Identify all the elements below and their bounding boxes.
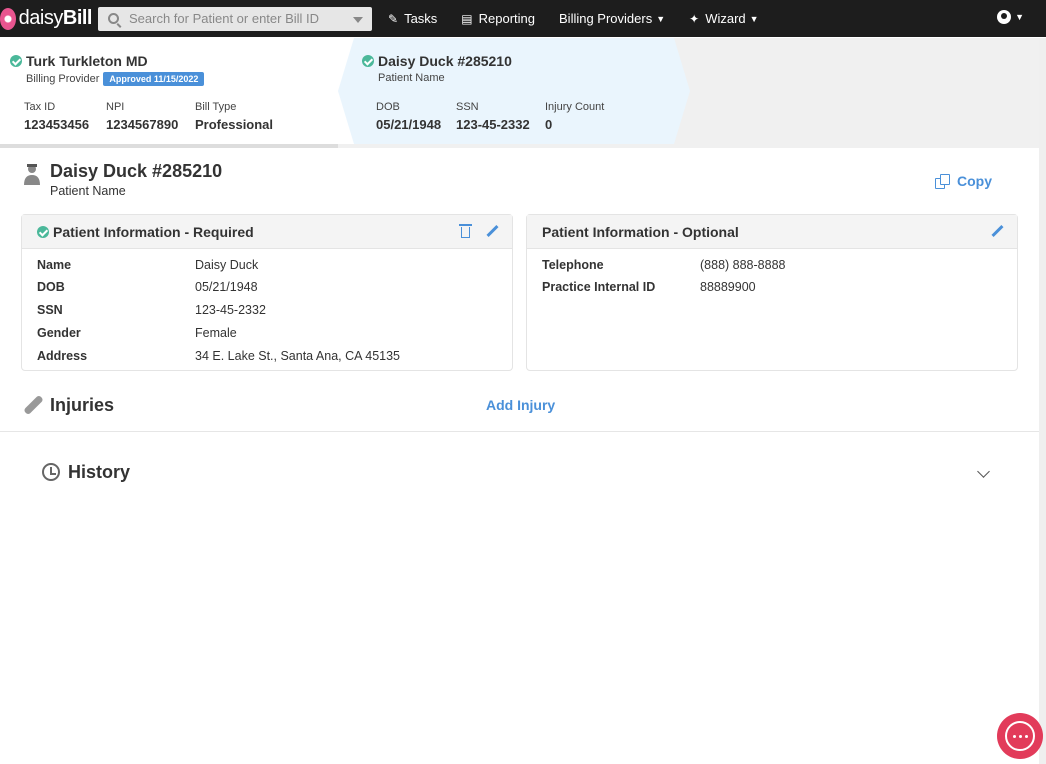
chevron-down-icon: ▼ (749, 13, 759, 24)
chat-button[interactable] (997, 713, 1043, 759)
nav-wizard-label: Wizard (705, 11, 746, 26)
chevron-down-icon: ▼ (656, 13, 666, 24)
trash-icon[interactable] (459, 224, 472, 238)
top-nav-bar: daisyBill Search for Patient or enter Bi… (0, 0, 1046, 37)
nav-tasks-label: Tasks (404, 11, 438, 26)
required-panel-title: Patient Information - Required (53, 223, 254, 240)
page-scrollbar[interactable] (1039, 38, 1046, 764)
history-icon (42, 463, 60, 481)
copy-icon (935, 174, 950, 189)
check-circle-icon (37, 225, 49, 238)
section-divider (0, 431, 1039, 432)
daisybill-logo[interactable]: daisyBill (0, 7, 93, 30)
optional-panel-title: Patient Information - Optional (542, 223, 739, 240)
patient-dob-field: DOB 05/21/1948 (376, 101, 442, 132)
chevron-down-icon: ▼ (1015, 12, 1024, 22)
chevron-down-icon[interactable] (977, 465, 990, 478)
tax-id-field: Tax ID 123453456 (24, 101, 90, 132)
pencil-icon[interactable] (486, 225, 498, 237)
injuries-heading: Injuries (50, 395, 115, 415)
wand-icon: ✦ (689, 11, 700, 26)
npi-field: NPI 1234567890 (106, 101, 179, 132)
patient-info-required-panel: Patient Information - Required Name Dais… (21, 214, 513, 371)
patient-card-name: Daisy Duck #285210 (362, 53, 512, 69)
daisy-flower-icon (0, 7, 16, 30)
optional-panel-header: Patient Information - Optional (527, 215, 1017, 249)
clipboard-icon: ✎ (388, 11, 399, 26)
header-cards: Turk Turkleton MD Billing Provider Appro… (0, 38, 1039, 148)
approved-badge: Approved 11/15/2022 (103, 72, 205, 86)
nav-reporting[interactable]: ▤ Reporting (461, 11, 535, 26)
header-underline (0, 144, 338, 148)
search-input[interactable]: Search for Patient or enter Bill ID (98, 6, 372, 31)
bill-type-field: Bill Type Professional (195, 101, 274, 132)
pencil-icon[interactable] (991, 225, 1003, 237)
provider-role: Billing Provider (26, 73, 100, 85)
nav-reporting-label: Reporting (478, 11, 536, 26)
copy-button[interactable]: Copy (935, 173, 992, 189)
injury-count-field: Injury Count 0 (545, 101, 605, 132)
provider-role-row: Billing Provider Approved 11/15/2022 (26, 72, 205, 86)
main-nav: ✎ Tasks ▤ Reporting Billing Providers ▼ … (388, 11, 783, 26)
logo-text: daisyBill (18, 7, 93, 29)
billing-provider-card[interactable]: Turk Turkleton MD Billing Provider Appro… (0, 38, 368, 144)
copy-label: Copy (957, 173, 992, 189)
page-title: Daisy Duck #285210 (50, 161, 223, 181)
search-placeholder: Search for Patient or enter Bill ID (129, 11, 320, 26)
patient-ssn-field: SSN 123-45-2332 (456, 101, 530, 132)
check-circle-icon (362, 55, 374, 67)
required-panel-header: Patient Information - Required (22, 215, 512, 249)
check-circle-icon (10, 55, 22, 67)
patient-card-sub: Patient Name (378, 72, 445, 84)
patient-info-optional-panel: Patient Information - Optional Telephone… (526, 214, 1018, 371)
patient-card[interactable]: Daisy Duck #285210 Patient Name DOB 05/2… (338, 38, 690, 144)
user-menu[interactable]: ▼ (997, 10, 1024, 24)
history-heading[interactable]: History (68, 462, 130, 483)
user-avatar-icon (997, 10, 1012, 24)
provider-name: Turk Turkleton MD (10, 53, 148, 69)
search-icon (108, 13, 119, 24)
page-subtitle: Patient Name (50, 184, 126, 198)
caret-down-icon[interactable] (353, 16, 363, 23)
nav-wizard[interactable]: ✦ Wizard ▼ (689, 11, 758, 26)
bar-chart-icon: ▤ (461, 11, 473, 26)
nav-tasks[interactable]: ✎ Tasks (388, 11, 437, 26)
chat-bubble-icon (1005, 721, 1035, 751)
add-injury-button[interactable]: Add Injury (486, 397, 555, 413)
nav-billing-providers-label: Billing Providers (559, 11, 653, 26)
bandage-icon (24, 396, 42, 414)
nav-billing-providers[interactable]: Billing Providers ▼ (559, 11, 665, 26)
patient-icon (24, 164, 40, 185)
